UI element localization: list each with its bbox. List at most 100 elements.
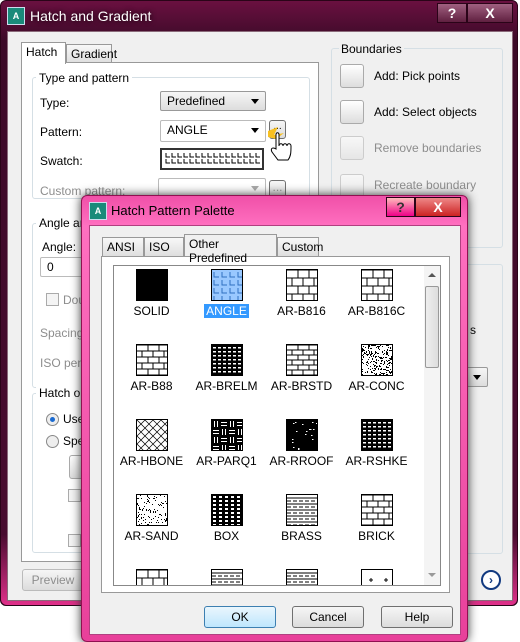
palette-title: Hatch Pattern Palette	[111, 203, 235, 218]
type-value: Predefined	[167, 94, 225, 108]
pattern-name: AR-BRSTD	[269, 379, 334, 393]
help-button[interactable]: ?	[437, 3, 467, 23]
pattern-name: AR-HBONE	[118, 454, 185, 468]
chevron-down-icon	[251, 99, 259, 104]
pattern-item[interactable]: AR-B88	[114, 344, 189, 419]
autocad-app-icon: A	[7, 7, 25, 25]
angle-label: Angle:	[42, 240, 76, 254]
tab-gradient[interactable]: Gradient	[66, 44, 112, 64]
ok-button[interactable]: OK	[204, 606, 276, 628]
angle-swatch	[165, 153, 261, 165]
pattern-thumbnail	[286, 344, 318, 376]
close-button[interactable]: X	[467, 3, 513, 23]
pattern-thumbnail	[286, 494, 318, 526]
pattern-item[interactable]	[339, 569, 414, 586]
chevron-down-icon	[251, 186, 259, 191]
group-title: Type and pattern	[36, 71, 132, 85]
select-objects-icon[interactable]	[340, 100, 364, 124]
pattern-name: BOX	[212, 529, 241, 543]
default-boundary-checkbox[interactable]	[68, 489, 81, 502]
autocad-app-icon: A	[89, 202, 107, 220]
type-select[interactable]: Predefined	[160, 91, 266, 111]
tab-hatch[interactable]: Hatch	[21, 42, 66, 64]
tab-iso[interactable]: ISO	[144, 237, 184, 257]
specified-origin-radio[interactable]	[46, 435, 59, 448]
more-options-chevron-icon[interactable]: ›	[481, 570, 501, 590]
remove-boundaries-button[interactable]: Remove boundaries	[374, 141, 481, 155]
palette-help-button[interactable]: ?	[386, 197, 415, 217]
tab-other-predefined[interactable]: Other Predefined	[184, 234, 277, 256]
pattern-item[interactable]: ANGLE	[189, 269, 264, 344]
pattern-item[interactable]: AR-SAND	[114, 494, 189, 569]
pattern-item[interactable]: AR-B816	[264, 269, 339, 344]
add-pick-points-button[interactable]: Add: Pick points	[374, 69, 460, 83]
pattern-name: AR-CONC	[347, 379, 407, 393]
double-checkbox[interactable]	[46, 293, 59, 306]
pattern-thumbnail	[361, 494, 393, 526]
swatch-preview[interactable]	[160, 148, 264, 170]
pattern-item[interactable]	[189, 569, 264, 586]
pattern-item[interactable]: AR-BRSTD	[264, 344, 339, 419]
remove-boundaries-icon[interactable]	[340, 136, 364, 160]
pattern-item[interactable]: AR-BRELM	[189, 344, 264, 419]
pattern-item[interactable]: AR-RSHKE	[339, 419, 414, 494]
scrollbar-thumb[interactable]	[425, 286, 439, 368]
pattern-name: AR-BRELM	[193, 379, 259, 393]
pattern-thumbnail	[136, 494, 168, 526]
pattern-item[interactable]: AR-HBONE	[114, 419, 189, 494]
tab-custom[interactable]: Custom	[277, 237, 319, 257]
pattern-name: AR-RSHKE	[343, 454, 409, 468]
pattern-thumbnail	[361, 569, 393, 586]
cancel-button[interactable]: Cancel	[292, 606, 364, 628]
pattern-item[interactable]: AR-CONC	[339, 344, 414, 419]
pattern-item[interactable]: BOX	[189, 494, 264, 569]
pattern-name: BRASS	[279, 529, 324, 543]
scroll-up-icon[interactable]	[428, 273, 436, 277]
pattern-item[interactable]: AR-PARQ1	[189, 419, 264, 494]
pattern-item[interactable]	[114, 569, 189, 586]
pattern-thumbnail	[211, 269, 243, 301]
spacing-label: Spacing:	[40, 326, 87, 340]
hatch-pattern-palette-dialog: A Hatch Pattern Palette ? X ANSI ISO Oth…	[81, 195, 468, 642]
pattern-list[interactable]: SOLID ANGLE AR-B816 AR-B816C AR-B88 AR-BRELM A…	[113, 265, 441, 586]
boundaries-title: Boundaries	[339, 42, 404, 56]
pattern-thumbnail	[286, 419, 318, 451]
use-current-origin-radio[interactable]	[46, 413, 59, 426]
store-default-checkbox[interactable]	[68, 534, 81, 547]
tab-panel: SOLID ANGLE AR-B816 AR-B816C AR-B88 AR-BRELM A…	[101, 256, 450, 593]
pattern-item[interactable]: BRASS	[264, 494, 339, 569]
palette-close-button[interactable]: X	[415, 197, 461, 217]
swatch-label: Swatch:	[40, 154, 83, 168]
recreate-boundary-button[interactable]: Recreate boundary	[374, 178, 476, 192]
help-palette-button[interactable]: Help	[381, 606, 453, 628]
pattern-name: ANGLE	[204, 304, 249, 318]
pattern-thumbnail	[136, 269, 168, 301]
pattern-thumbnail	[211, 569, 243, 586]
pattern-item[interactable]: AR-RROOF	[264, 419, 339, 494]
preview-button[interactable]: Preview	[22, 569, 84, 591]
pattern-item[interactable]: BRICK	[339, 494, 414, 569]
pattern-thumbnail	[211, 344, 243, 376]
add-select-objects-button[interactable]: Add: Select objects	[374, 105, 477, 119]
pattern-label: Pattern:	[40, 125, 82, 139]
pattern-select[interactable]: ANGLE	[160, 120, 266, 142]
pattern-item[interactable]: AR-B816C	[339, 269, 414, 344]
pattern-name: SOLID	[131, 304, 171, 318]
pick-points-icon[interactable]	[340, 64, 364, 88]
vertical-scrollbar[interactable]	[424, 266, 440, 585]
iso-pen-label: ISO pen	[40, 356, 84, 370]
pattern-thumbnail	[211, 419, 243, 451]
pattern-name: AR-B816C	[346, 304, 407, 318]
pattern-name: AR-B816	[275, 304, 328, 318]
pattern-thumbnail	[211, 494, 243, 526]
scroll-down-icon[interactable]	[428, 573, 436, 577]
pattern-item[interactable]	[264, 569, 339, 586]
pattern-name: AR-B88	[128, 379, 174, 393]
tab-ansi[interactable]: ANSI	[102, 237, 144, 257]
pattern-name: BRICK	[356, 529, 397, 543]
palette-client: ANSI ISO Other Predefined Custom SOLID AN…	[89, 225, 461, 635]
pattern-thumbnail	[136, 344, 168, 376]
pattern-item[interactable]: SOLID	[114, 269, 189, 344]
angle-value: 0	[47, 260, 54, 274]
pattern-thumbnail	[361, 419, 393, 451]
